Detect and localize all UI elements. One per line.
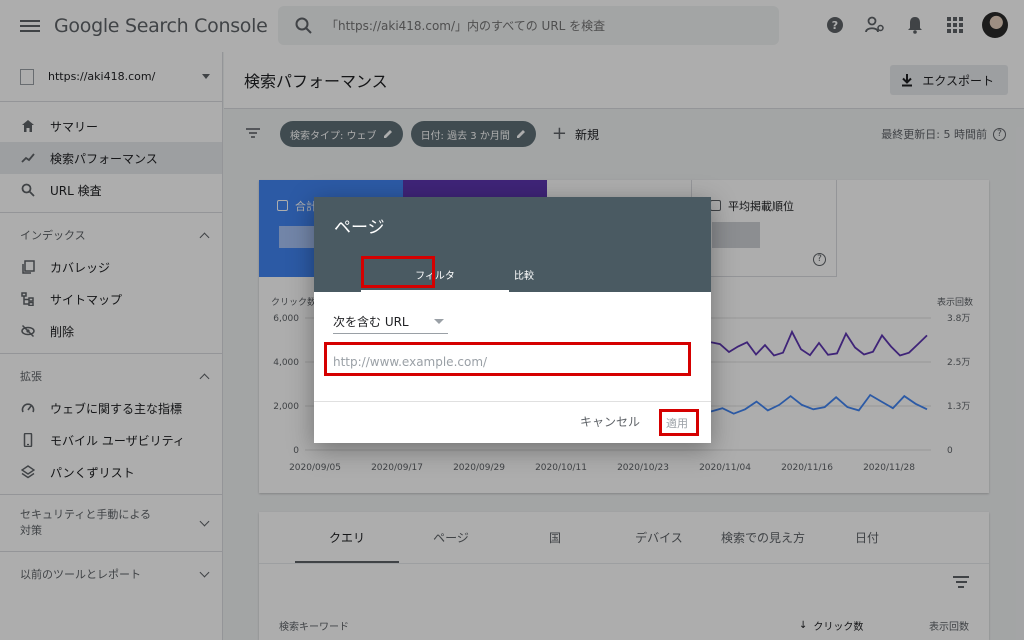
cancel-button[interactable]: キャンセル — [580, 413, 640, 430]
match-type-select[interactable]: 次を含む URL — [333, 310, 448, 334]
tab-compare[interactable]: 比較 — [450, 257, 598, 292]
dialog-title: ページ — [334, 218, 385, 238]
highlight-apply-button — [659, 409, 699, 436]
divider — [314, 401, 711, 402]
dropdown-arrow-icon — [434, 319, 444, 324]
highlight-url-input — [324, 342, 691, 376]
highlight-filter-tab — [361, 256, 435, 288]
page-filter-dialog: ページ フィルタ 比較 次を含む URL キャンセル 適用 — [314, 197, 711, 443]
